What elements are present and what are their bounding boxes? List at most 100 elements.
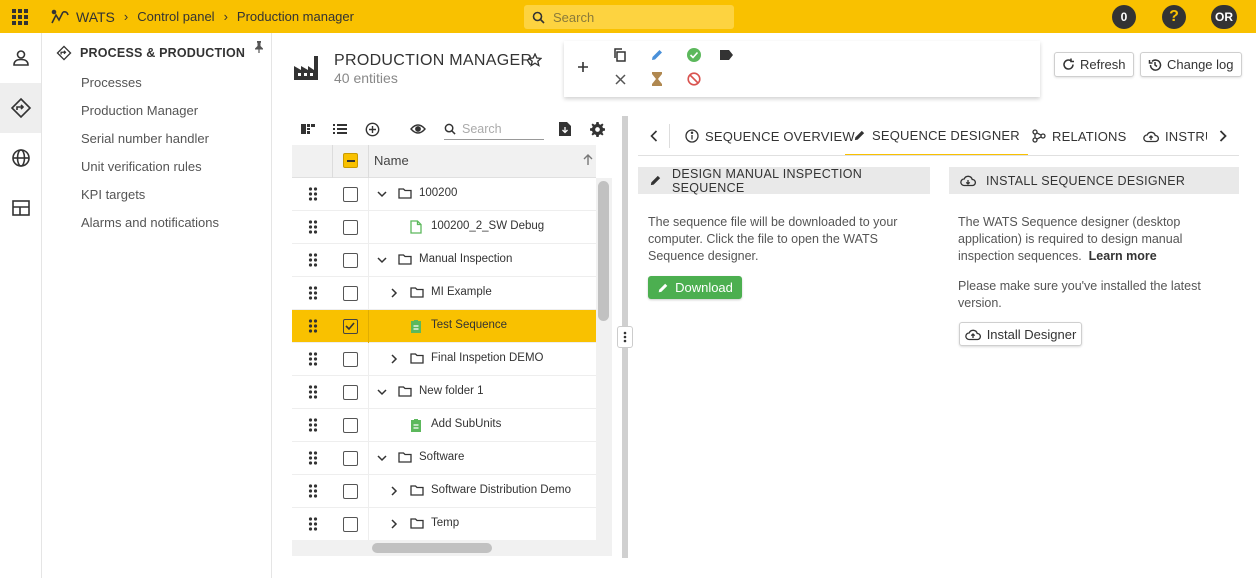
changelog-button[interactable]: Change log [1140, 52, 1242, 77]
settings-gear-icon[interactable] [587, 119, 607, 139]
apps-grid-icon[interactable] [0, 0, 40, 33]
tree-row[interactable]: 100200 [292, 178, 596, 211]
global-search[interactable] [524, 5, 734, 29]
tree-row[interactable]: Software [292, 442, 596, 475]
select-all-checkbox[interactable] [343, 153, 358, 168]
add-circle-icon[interactable] [362, 119, 382, 139]
drag-handle-icon[interactable] [308, 253, 318, 267]
tabs-scroll-right-icon[interactable] [1207, 116, 1239, 155]
chevron-right-icon[interactable] [388, 287, 400, 299]
column-divider [368, 211, 369, 244]
rail-user[interactable] [0, 33, 41, 83]
columns-view-icon[interactable] [298, 119, 318, 139]
hourglass-icon[interactable] [647, 69, 667, 89]
learn-more-link[interactable]: Learn more [1089, 249, 1157, 263]
sidebar-item-production-manager[interactable]: Production Manager [81, 101, 219, 129]
row-checkbox[interactable] [343, 352, 358, 367]
close-icon[interactable] [610, 69, 630, 89]
sidebar-item-kpi-targets[interactable]: KPI targets [81, 185, 219, 213]
pin-icon[interactable] [254, 41, 264, 53]
column-header-name[interactable]: Name [374, 153, 409, 168]
row-checkbox[interactable] [343, 517, 358, 532]
row-checkbox[interactable] [343, 220, 358, 235]
install-card-description: The WATS Sequence designer (desktop appl… [958, 214, 1201, 312]
cloud-upload-icon [964, 328, 981, 341]
sidebar-item-processes[interactable]: Processes [81, 73, 219, 101]
drag-handle-icon[interactable] [308, 517, 318, 531]
tabs-scroll-left-icon[interactable] [638, 116, 670, 155]
drag-handle-icon[interactable] [308, 418, 318, 432]
install-designer-button[interactable]: Install Designer [959, 322, 1082, 346]
tab-sequence-designer[interactable]: SEQUENCE DESIGNER [845, 116, 1028, 155]
vertical-scroll-thumb[interactable] [598, 181, 609, 321]
drag-handle-icon[interactable] [308, 319, 318, 333]
row-checkbox[interactable] [343, 451, 358, 466]
drag-handle-icon[interactable] [308, 286, 318, 300]
user-avatar[interactable]: OR [1211, 5, 1237, 29]
row-checkbox[interactable] [343, 187, 358, 202]
edit-pencil-icon[interactable] [647, 45, 667, 65]
breadcrumb-control-panel[interactable]: Control panel [137, 9, 214, 24]
tree-row[interactable]: Software Distribution Demo [292, 475, 596, 508]
drag-handle-icon[interactable] [308, 484, 318, 498]
tree-row[interactable]: Manual Inspection [292, 244, 596, 277]
tree-row[interactable]: Final Inspetion DEMO [292, 343, 596, 376]
refresh-button[interactable]: Refresh [1054, 52, 1134, 77]
favorite-star-icon[interactable] [528, 53, 542, 67]
rail-dashboard[interactable] [0, 183, 41, 233]
rail-globe[interactable] [0, 133, 41, 183]
global-search-input[interactable] [553, 9, 723, 25]
folder-icon [410, 517, 424, 529]
tree-row[interactable]: New folder 1 [292, 376, 596, 409]
download-button[interactable]: Download [648, 276, 742, 299]
block-icon[interactable] [684, 69, 704, 89]
chevron-right-icon[interactable] [388, 353, 400, 365]
sidebar-item-unit-verification-rules[interactable]: Unit verification rules [81, 157, 219, 185]
brand-name: WATS [76, 8, 115, 25]
brand[interactable]: WATS [50, 9, 115, 25]
horizontal-scroll-thumb[interactable] [372, 543, 492, 553]
chevron-right-icon[interactable] [388, 485, 400, 497]
drag-handle-icon[interactable] [308, 187, 318, 201]
tree-search[interactable] [444, 118, 544, 140]
sort-arrow-up-icon[interactable] [583, 154, 593, 166]
row-checkbox[interactable] [343, 418, 358, 433]
sidebar-item-alarms-notifications[interactable]: Alarms and notifications [81, 213, 219, 241]
approve-check-icon[interactable] [684, 45, 704, 65]
add-icon[interactable] [573, 57, 593, 77]
list-view-icon[interactable] [330, 119, 350, 139]
notifications-badge[interactable]: 0 [1112, 5, 1136, 29]
help-icon[interactable]: ? [1162, 5, 1186, 29]
tab-sequence-overview[interactable]: SEQUENCE OVERVIEW [677, 116, 863, 155]
tree-row[interactable]: Test Sequence [292, 310, 596, 343]
breadcrumb-production-manager[interactable]: Production manager [237, 9, 354, 24]
tree-row[interactable]: MI Example [292, 277, 596, 310]
row-checkbox[interactable] [343, 385, 358, 400]
copy-icon[interactable] [610, 45, 630, 65]
splitter-handle-icon[interactable] [617, 326, 633, 348]
chevron-down-icon[interactable] [376, 452, 388, 464]
tree-row[interactable]: Add SubUnits [292, 409, 596, 442]
row-checkbox[interactable] [343, 286, 358, 301]
drag-handle-icon[interactable] [308, 220, 318, 234]
tab-relations[interactable]: RELATIONS [1024, 116, 1135, 155]
rail-process[interactable] [0, 83, 41, 133]
eye-icon[interactable] [408, 119, 428, 139]
tag-icon[interactable] [717, 45, 737, 65]
sidebar-item-serial-number-handler[interactable]: Serial number handler [81, 129, 219, 157]
file-download-icon[interactable] [555, 119, 575, 139]
drag-handle-icon[interactable] [308, 385, 318, 399]
drag-handle-icon[interactable] [308, 352, 318, 366]
tree-search-input[interactable] [462, 121, 538, 136]
chevron-down-icon[interactable] [376, 254, 388, 266]
row-checkbox[interactable] [343, 319, 358, 334]
chevron-down-icon[interactable] [376, 386, 388, 398]
row-checkbox[interactable] [343, 484, 358, 499]
drag-handle-icon[interactable] [308, 451, 318, 465]
row-checkbox[interactable] [343, 253, 358, 268]
tree-row[interactable]: 100200_2_SW Debug [292, 211, 596, 244]
chevron-right-icon[interactable] [388, 518, 400, 530]
chevron-down-icon[interactable] [376, 188, 388, 200]
tree-row[interactable]: Temp [292, 508, 596, 541]
breadcrumb-separator-icon: › [223, 9, 228, 24]
